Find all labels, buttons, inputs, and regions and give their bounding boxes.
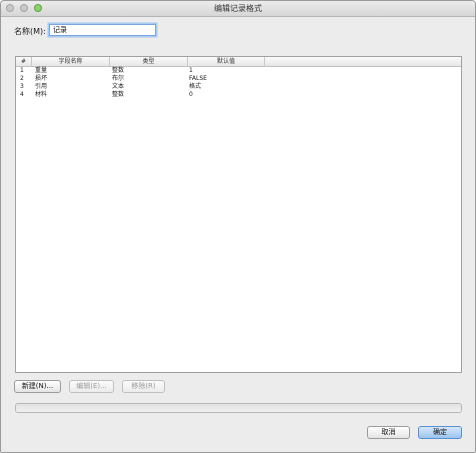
field-name-cell: 材料 [35, 91, 48, 98]
type-cell: 文本 [112, 83, 125, 90]
ok-button[interactable]: 确定 [418, 426, 462, 439]
table-row[interactable]: 3 引用 文本 格式 [16, 83, 461, 91]
progress-bar [15, 403, 462, 413]
table-row[interactable]: 4 材料 整数 0 [16, 91, 461, 99]
field-name-cell: 损坏 [35, 75, 48, 82]
table-row[interactable]: 2 损坏 布尔 FALSE [16, 75, 461, 83]
row-number: 3 [20, 83, 24, 90]
remove-button[interactable]: 移除(R) [122, 380, 165, 393]
type-cell: 布尔 [112, 75, 125, 82]
column-header-number[interactable]: # [16, 57, 32, 66]
cancel-button[interactable]: 取消 [367, 426, 410, 439]
type-cell: 整数 [112, 91, 125, 98]
row-number: 1 [20, 67, 24, 74]
default-value-cell: 格式 [189, 83, 202, 90]
window-title: 编辑记录格式 [214, 4, 262, 13]
new-button[interactable]: 新建(N)... [14, 380, 61, 393]
type-cell: 整数 [112, 67, 125, 74]
edit-button[interactable]: 编辑(E)... [69, 380, 114, 393]
column-header-default[interactable]: 默认值 [188, 57, 265, 66]
name-input[interactable] [49, 24, 156, 36]
dialog-window: 编辑记录格式 名称(M): # 字段名称 类型 默认值 1 重量 整数 1 2 … [0, 0, 476, 453]
name-label: 名称(M): [14, 27, 46, 36]
default-value-cell: FALSE [189, 75, 207, 82]
field-name-cell: 引用 [35, 83, 48, 90]
row-number: 4 [20, 91, 24, 98]
fields-table: # 字段名称 类型 默认值 1 重量 整数 1 2 损坏 布尔 FALSE 3 … [15, 56, 462, 373]
table-row[interactable]: 1 重量 整数 1 [16, 67, 461, 75]
column-header-field-name[interactable]: 字段名称 [32, 57, 110, 66]
column-header-type[interactable]: 类型 [110, 57, 188, 66]
row-number: 2 [20, 75, 24, 82]
default-value-cell: 0 [189, 91, 193, 98]
title-bar: 编辑记录格式 [1, 1, 475, 17]
default-value-cell: 1 [189, 67, 193, 74]
field-name-cell: 重量 [35, 67, 48, 74]
table-header: # 字段名称 类型 默认值 [16, 57, 461, 67]
